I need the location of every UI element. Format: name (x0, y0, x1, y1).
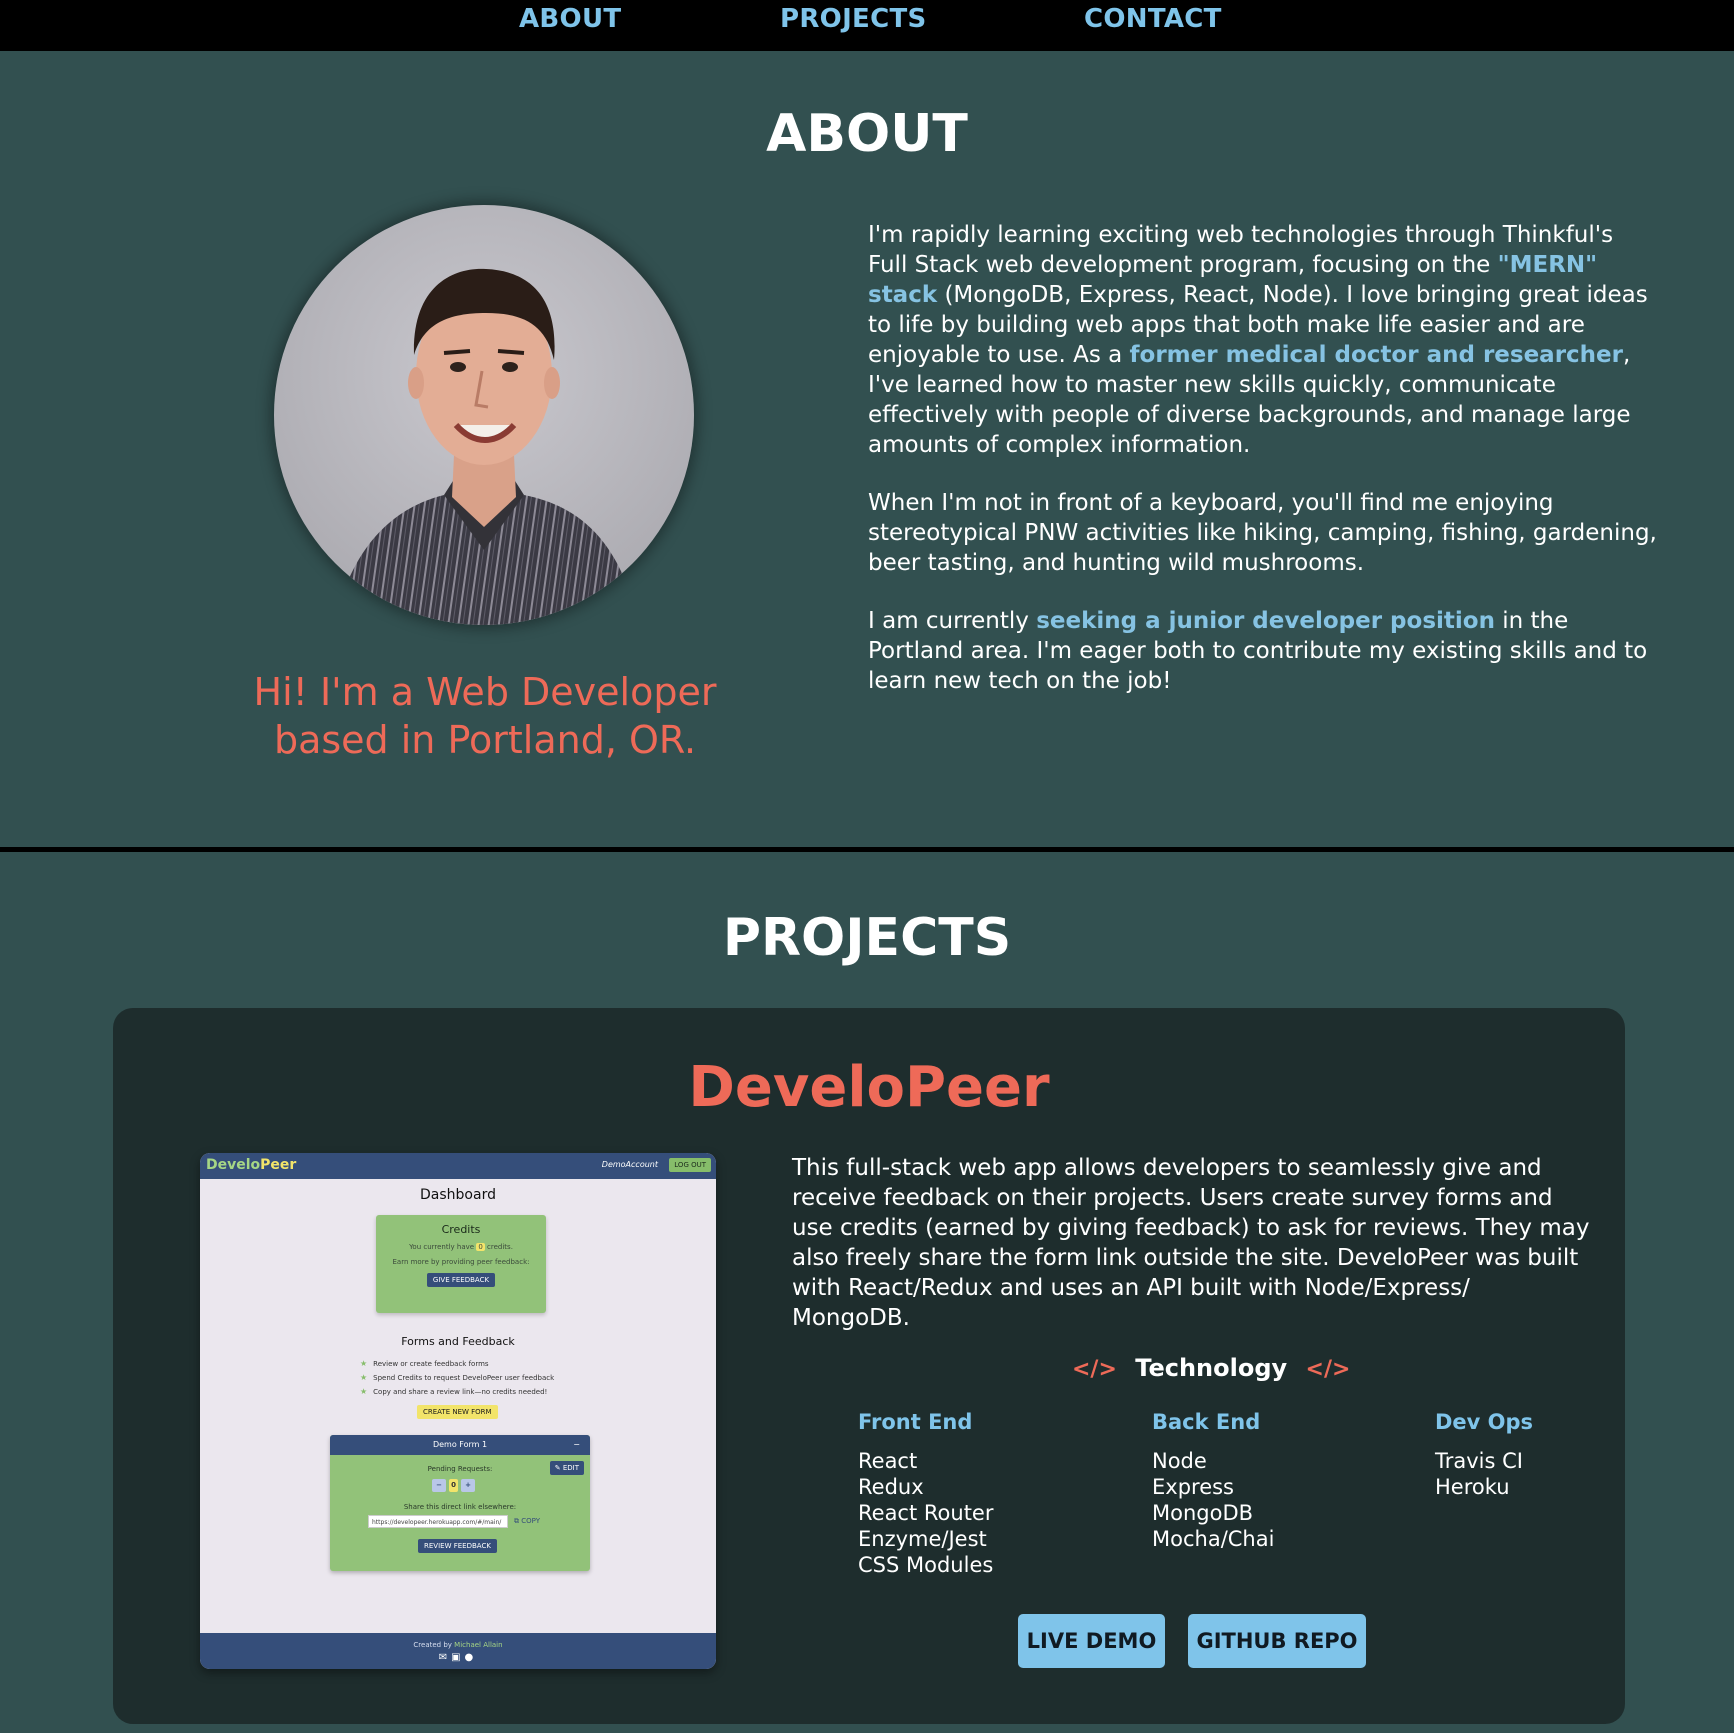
about-bio: I'm rapidly learning exciting web techno… (868, 220, 1658, 724)
profile-photo (274, 205, 694, 625)
section-divider (0, 847, 1734, 852)
project-card: DeveloPeer DeveloPeer DemoAccount LOG OU… (113, 1008, 1625, 1724)
tech-item: CSS Modules (858, 1553, 994, 1577)
tech-column-dev-ops: Dev Ops Travis CI Heroku (1435, 1410, 1534, 1499)
star-icon: ★ (360, 1387, 368, 1396)
project-title: DeveloPeer (688, 1055, 1050, 1120)
screenshot-bullet-list: ★ Review or create feedback forms ★ Spend … (360, 1359, 555, 1396)
project-screenshot[interactable]: DeveloPeer DemoAccount LOG OUT Dashboard… (200, 1153, 716, 1669)
linkedin-icon: ▣ (451, 1652, 465, 1663)
tagline-line-2: based in Portland, OR. (273, 718, 697, 762)
code-icon: </> (1305, 1357, 1351, 1382)
github-icon: ● (464, 1652, 478, 1663)
screenshot-stepper: −0 + (432, 1479, 478, 1492)
tech-item: Node (1152, 1449, 1207, 1473)
live-demo-button[interactable]: LIVE DEMO (1018, 1614, 1165, 1668)
screenshot-give-feedback-button: GIVE FEEDBACK (426, 1273, 496, 1287)
highlight-doctor: former medical doctor and researcher (1129, 342, 1623, 368)
tech-item: Enzyme/Jest (858, 1527, 987, 1551)
tech-column-back-end: Back End Node Express MongoDB Mocha/Chai (1152, 1410, 1275, 1551)
screenshot-footer: Created by Michael Allain ✉▣● (200, 1633, 716, 1669)
tech-item: Mocha/Chai (1152, 1527, 1275, 1551)
screenshot-logo: DeveloPeer (206, 1157, 297, 1173)
screenshot-header: DeveloPeer DemoAccount LOG OUT (200, 1153, 716, 1179)
screenshot-demo-form: Demo Form 1− ✎ EDIT Pending Requests: −0… (330, 1435, 590, 1571)
tech-item: React Router (858, 1501, 994, 1525)
screenshot-url-field: https://developeer.herokuapp.com/#/main/ (368, 1515, 508, 1528)
tech-item: Redux (858, 1475, 924, 1499)
nav-link-projects[interactable]: PROJECTS (780, 4, 927, 34)
star-icon: ★ (360, 1359, 368, 1368)
bio-paragraph-3: I am currently seeking a junior develope… (868, 608, 1648, 694)
screenshot-logout-button: LOG OUT (669, 1158, 711, 1172)
project-description: This full-stack web app allows developer… (792, 1155, 1590, 1331)
tech-item: Express (1152, 1475, 1235, 1499)
screenshot-credits-panel: Credits You currently have 0 credits. Ea… (376, 1215, 546, 1313)
envelope-icon: ✉ (438, 1652, 452, 1663)
screenshot-create-form-button: CREATE NEW FORM (417, 1405, 498, 1419)
tech-item: React (858, 1449, 918, 1473)
technology-heading: </> Technology </> (1072, 1354, 1351, 1382)
nav-link-contact[interactable]: CONTACT (1084, 4, 1222, 34)
github-repo-button[interactable]: GITHUB REPO (1188, 1614, 1366, 1668)
code-icon: </> (1072, 1357, 1117, 1382)
star-icon: ★ (360, 1373, 368, 1382)
nav-link-about[interactable]: ABOUT (519, 4, 621, 34)
tech-item: Travis CI (1435, 1449, 1523, 1473)
tech-column-front-end: Front End React Redux React Router Enzym… (858, 1410, 994, 1577)
screenshot-forms-title: Forms and Feedback (401, 1335, 515, 1348)
tagline-line-1: Hi! I'm a Web Developer (253, 670, 717, 714)
highlight-seeking: seeking a junior developer position (1036, 608, 1495, 634)
screenshot-account: DemoAccount (601, 1160, 658, 1169)
screenshot-dashboard-title: Dashboard (420, 1187, 496, 1203)
bio-paragraph-1: I'm rapidly learning exciting web techno… (868, 222, 1648, 458)
tech-item: MongoDB (1152, 1501, 1254, 1525)
tagline: Hi! I'm a Web Developer based in Portlan… (185, 668, 785, 764)
tech-item: Heroku (1435, 1475, 1510, 1499)
bio-paragraph-2: When I'm not in front of a keyboard, you… (868, 490, 1657, 576)
projects-heading: PROJECTS (722, 908, 1012, 968)
top-nav: ABOUT PROJECTS CONTACT (0, 0, 1734, 51)
screenshot-review-button: REVIEW FEEDBACK (418, 1539, 497, 1553)
about-heading: ABOUT (766, 104, 968, 164)
